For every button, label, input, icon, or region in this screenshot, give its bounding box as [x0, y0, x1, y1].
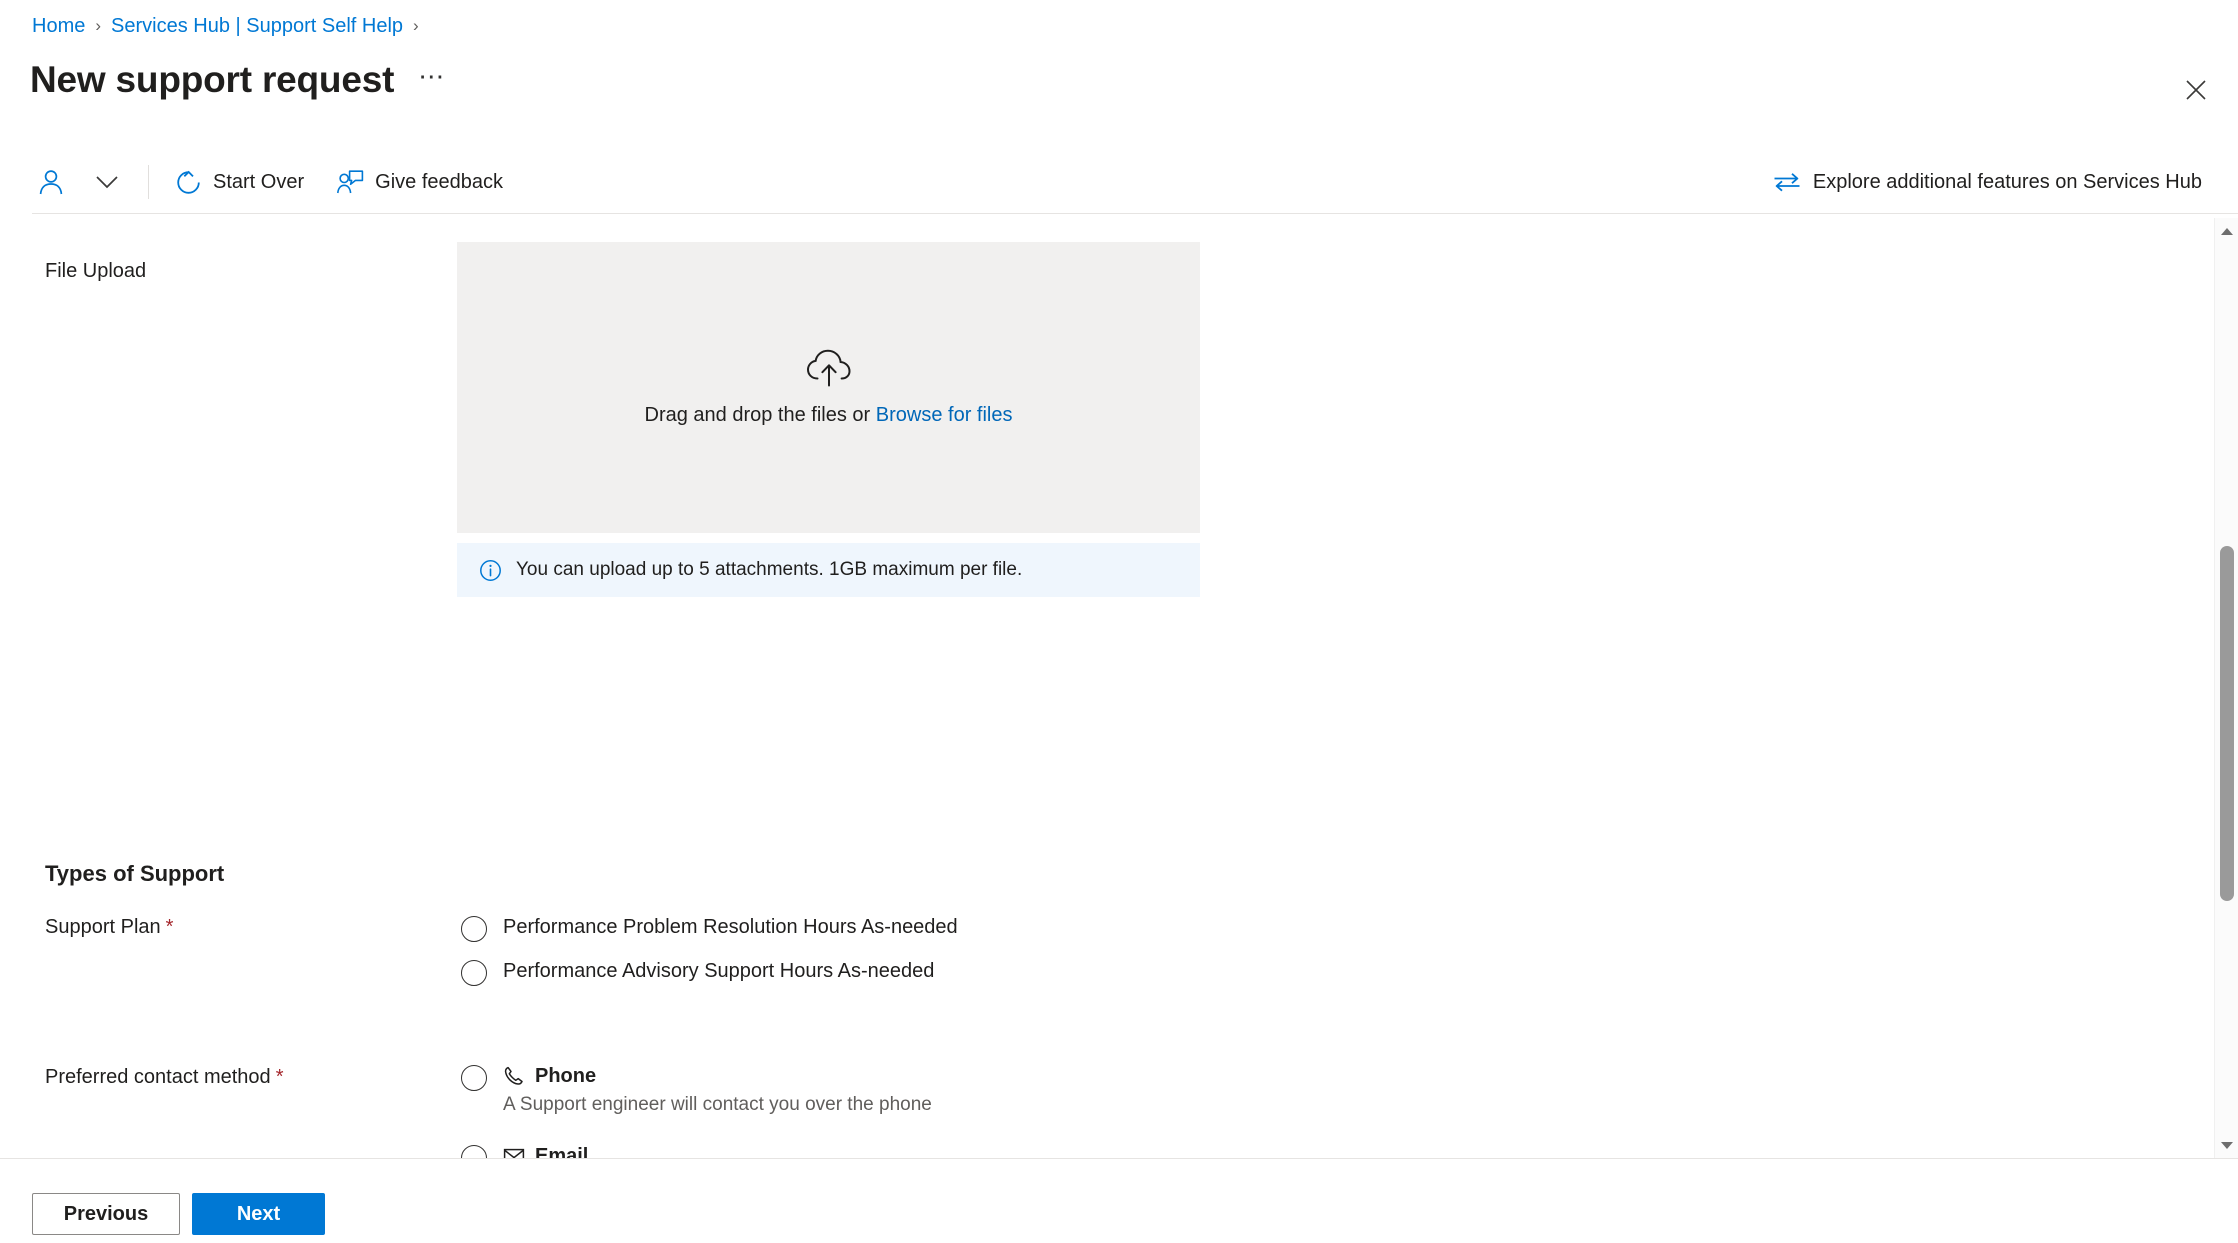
phone-option-body: Phone A Support engineer will contact yo…: [503, 1063, 932, 1117]
preferred-contact-method-required-marker: *: [275, 1066, 284, 1088]
swap-arrows-icon: [1774, 173, 1800, 192]
toolbar-separator: [32, 213, 2238, 214]
phone-option-title-row: Phone: [503, 1063, 932, 1089]
support-plan-label-text: Support Plan: [45, 916, 161, 938]
persona-menu[interactable]: [36, 160, 142, 204]
preferred-contact-method-label-text: Preferred contact method: [45, 1066, 271, 1088]
email-option-title: Email: [535, 1145, 589, 1158]
toolbar-left-group: Start Over Give feedback: [0, 152, 529, 212]
breadcrumb: Home › Services Hub | Support Self Help …: [32, 13, 419, 39]
email-option-title-row: Email: [503, 1143, 893, 1158]
radio-circle-icon[interactable]: [461, 1065, 487, 1091]
upload-info-text: You can upload up to 5 attachments. 1GB …: [516, 559, 1023, 580]
file-drop-text: Drag and drop the files or Browse for fi…: [645, 404, 1013, 427]
browse-for-files-link[interactable]: Browse for files: [876, 404, 1013, 426]
preferred-contact-method-radio-group: Phone A Support engineer will contact yo…: [461, 1063, 932, 1158]
give-feedback-label: Give feedback: [375, 170, 503, 193]
scroll-up-button[interactable]: [2215, 220, 2238, 242]
close-icon: [2186, 80, 2206, 100]
email-option-body: Email A Support engineer will contact yo…: [503, 1143, 893, 1158]
phone-option-description: A Support engineer will contact you over…: [503, 1094, 932, 1115]
start-over-label: Start Over: [213, 170, 305, 193]
drop-instruction: Drag and drop the files or: [644, 404, 871, 426]
scrollbar-thumb[interactable]: [2220, 546, 2234, 901]
toolbar-divider: [148, 165, 149, 199]
explore-label: Explore additional features on Services …: [1812, 170, 2202, 193]
footer-bar: [0, 1159, 2238, 1243]
form-scroll-region: File Upload Drag and drop the files or B…: [0, 218, 2238, 1158]
radio-circle-icon[interactable]: [461, 960, 487, 986]
refresh-icon: [177, 170, 200, 194]
file-drop-zone[interactable]: Drag and drop the files or Browse for fi…: [457, 242, 1200, 533]
close-button[interactable]: [2174, 68, 2218, 112]
next-button[interactable]: Next: [192, 1193, 325, 1235]
phone-option-title: Phone: [535, 1065, 597, 1087]
scroll-down-icon: [2221, 1141, 2233, 1149]
start-over-button[interactable]: Start Over: [169, 163, 318, 202]
breadcrumb-separator-icon-2: ›: [413, 16, 419, 35]
radio-option-performance-advisory-support[interactable]: Performance Advisory Support Hours As-ne…: [461, 958, 958, 986]
vertical-scrollbar[interactable]: [2214, 218, 2238, 1158]
phone-icon: [504, 1066, 523, 1085]
breadcrumb-item-services-hub[interactable]: Services Hub | Support Self Help: [111, 13, 403, 39]
person-feedback-icon: [337, 170, 364, 194]
person-icon: [39, 170, 63, 195]
scroll-down-button[interactable]: [2215, 1134, 2238, 1156]
command-toolbar: Start Over Give feedback Explore additio…: [0, 152, 2238, 212]
scroll-up-icon: [2221, 227, 2233, 235]
give-feedback-button[interactable]: Give feedback: [330, 163, 517, 201]
more-options-button[interactable]: ⋯: [412, 60, 450, 100]
radio-option-phone[interactable]: Phone A Support engineer will contact yo…: [461, 1063, 932, 1117]
radio-circle-icon[interactable]: [461, 1145, 487, 1158]
radio-option-performance-problem-resolution[interactable]: Performance Problem Resolution Hours As-…: [461, 914, 958, 942]
support-plan-required-marker: *: [165, 916, 174, 938]
cloud-upload-icon: [806, 349, 851, 387]
chevron-down-icon: [96, 176, 118, 189]
upload-info-bar: You can upload up to 5 attachments. 1GB …: [457, 543, 1200, 597]
radio-option-label: Performance Problem Resolution Hours As-…: [503, 916, 958, 938]
file-upload-label: File Upload: [45, 260, 147, 282]
info-circle-icon: [480, 559, 501, 581]
types-of-support-heading: Types of Support: [45, 861, 225, 886]
radio-option-email[interactable]: Email A Support engineer will contact yo…: [461, 1143, 932, 1158]
mail-icon: [503, 1148, 525, 1158]
explore-services-hub-link[interactable]: Explore additional features on Services …: [1773, 152, 2202, 212]
page-title: New support request: [30, 59, 395, 100]
support-plan-radio-group: Performance Problem Resolution Hours As-…: [461, 914, 958, 986]
support-plan-label: Support Plan *: [45, 914, 173, 940]
title-row: New support request ⋯: [30, 57, 450, 103]
support-request-panel: Home › Services Hub | Support Self Help …: [0, 0, 2238, 1243]
previous-button[interactable]: Previous: [32, 1193, 180, 1235]
radio-circle-icon[interactable]: [461, 916, 487, 942]
breadcrumb-separator-icon: ›: [95, 16, 102, 35]
radio-option-label: Performance Advisory Support Hours As-ne…: [503, 960, 935, 982]
breadcrumb-item-home[interactable]: Home: [32, 13, 85, 39]
preferred-contact-method-label: Preferred contact method *: [45, 1064, 283, 1090]
